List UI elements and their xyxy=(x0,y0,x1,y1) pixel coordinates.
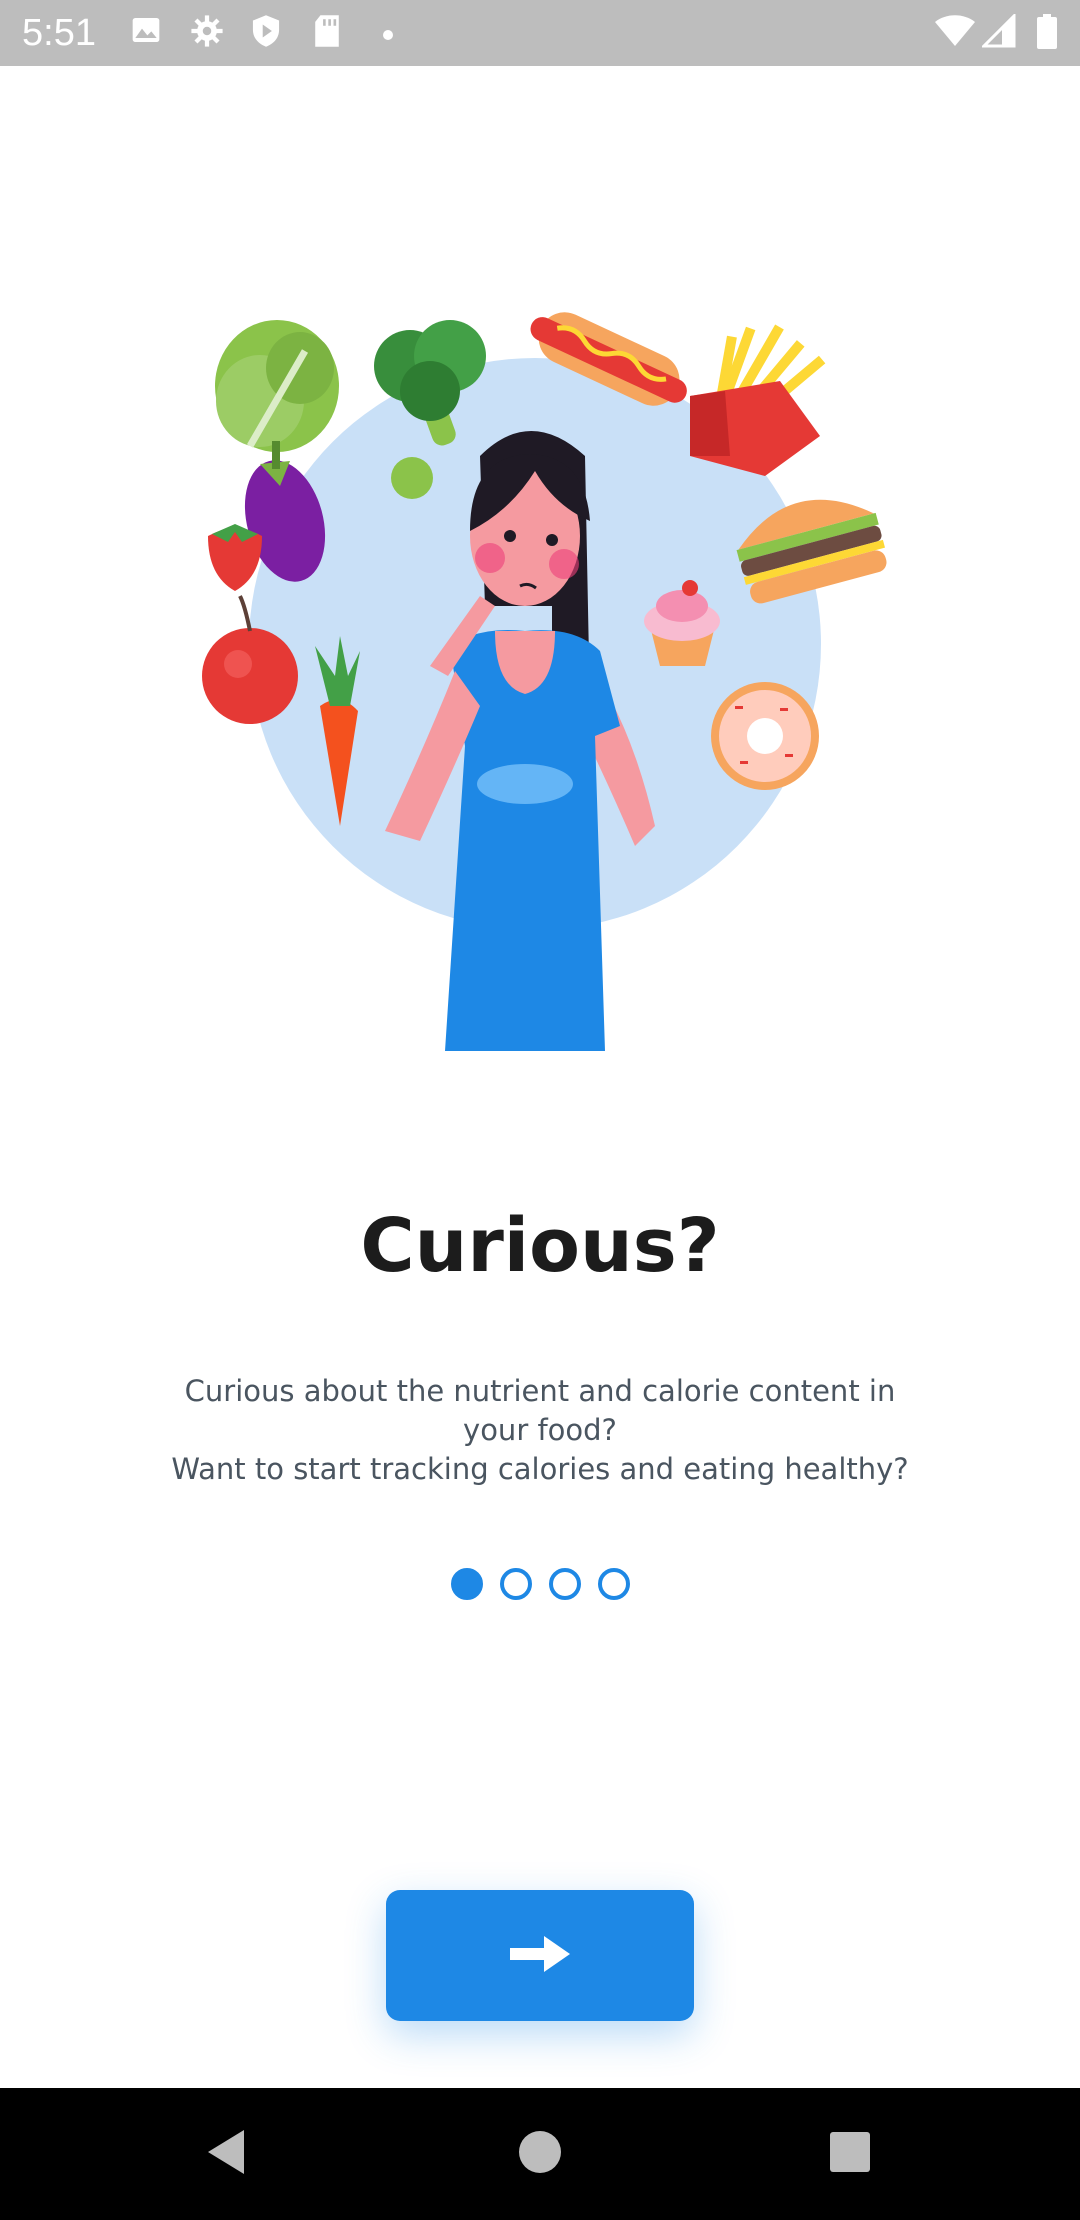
cellular-signal-icon xyxy=(980,12,1016,52)
wifi-icon xyxy=(934,14,976,52)
home-button[interactable] xyxy=(502,2116,578,2192)
donut-icon xyxy=(711,682,819,790)
page-dot-3[interactable] xyxy=(548,1568,581,1600)
page-dot-2[interactable] xyxy=(499,1568,532,1600)
sd-card-icon xyxy=(312,14,342,52)
strawberry-icon xyxy=(208,524,262,591)
description-line: Curious about the nutrient and calorie c… xyxy=(184,1374,896,1408)
system-navigation-bar xyxy=(0,2088,1080,2220)
page-indicator xyxy=(0,1568,1080,1600)
page-dot-1-active[interactable] xyxy=(450,1568,483,1600)
page-dot-4[interactable] xyxy=(597,1568,630,1600)
home-circle-icon xyxy=(518,2130,562,2178)
status-bar: 5:51 xyxy=(0,0,1080,66)
back-triangle-icon xyxy=(204,2128,248,2180)
shield-play-icon xyxy=(250,14,282,52)
back-button[interactable] xyxy=(188,2116,264,2192)
description-line: Want to start tracking calories and eati… xyxy=(171,1452,909,1486)
image-icon xyxy=(130,14,162,50)
notification-dot-icon xyxy=(382,26,394,45)
battery-icon xyxy=(1036,14,1058,54)
fries-icon xyxy=(690,324,826,476)
next-button[interactable] xyxy=(386,1890,694,2021)
woman-thinking-about-food-illustration xyxy=(202,312,887,1051)
description-line: your food? xyxy=(463,1413,617,1447)
settings-gear-icon xyxy=(190,14,224,52)
arrow-right-icon xyxy=(508,1934,572,1978)
onboarding-screen: Curious? Curious about the nutrient and … xyxy=(0,66,1080,2088)
onboarding-title: Curious? xyxy=(360,1203,720,1289)
status-time: 5:51 xyxy=(22,12,96,54)
onboarding-description: Curious about the nutrient and calorie c… xyxy=(120,1372,960,1489)
lettuce-icon xyxy=(215,320,339,452)
recents-square-icon xyxy=(829,2131,871,2177)
recents-button[interactable] xyxy=(812,2116,888,2192)
